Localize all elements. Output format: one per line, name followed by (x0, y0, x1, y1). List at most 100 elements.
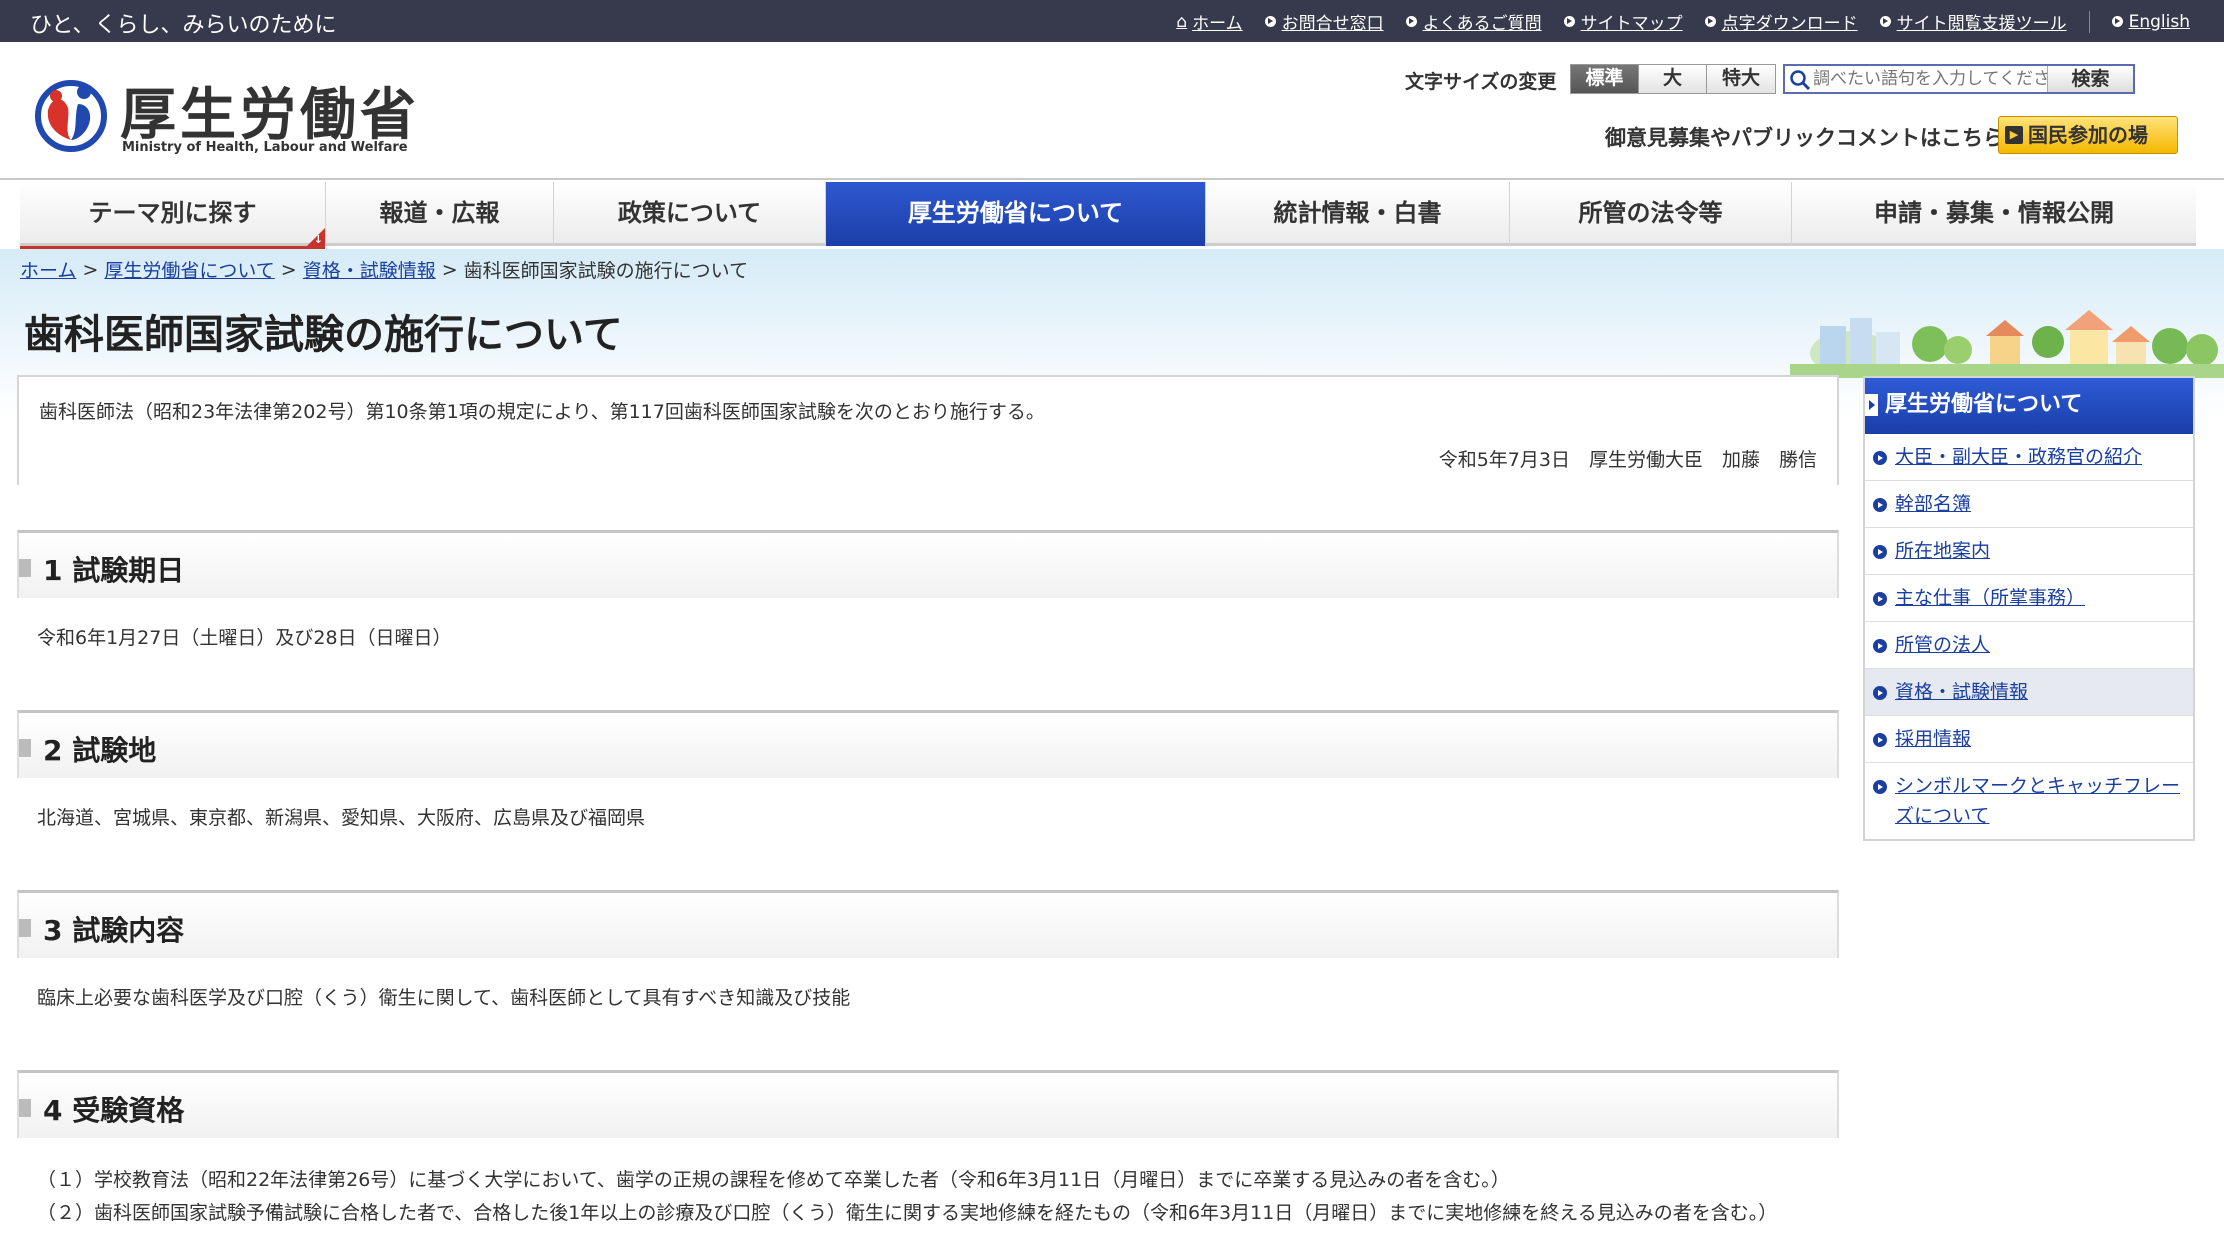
section-eligibility: 4 受験資格 （１）学校教育法（昭和22年法律第26号）に基づく大学において、歯… (17, 1070, 1839, 1230)
nav-item-about[interactable]: 厚生労働省について (826, 182, 1206, 246)
down-arrow-icon: ↓ (313, 233, 323, 246)
site-title[interactable]: 厚生労働省 (120, 70, 420, 151)
section-body: 令和6年1月27日（土曜日）及び28日（日曜日） (17, 598, 1839, 655)
arrow-bullet-icon (2111, 16, 2123, 27)
font-size-switcher: 標準 大 特大 (1570, 64, 1776, 94)
arrow-bullet-icon (1873, 780, 1887, 794)
util-link-braille[interactable]: 点字ダウンロード (1704, 9, 1858, 34)
util-link-contact[interactable]: お問合せ窓口 (1264, 9, 1384, 34)
mhlw-logo-icon[interactable] (34, 74, 108, 152)
heading-marker-icon (19, 919, 31, 937)
site-header: 厚生労働省 Ministry of Health, Labour and Wel… (0, 42, 2224, 180)
arrow-bullet-icon (1873, 498, 1887, 512)
arrow-bullet-icon (1879, 16, 1891, 27)
search-button[interactable]: 検索 (2047, 66, 2133, 92)
intro-text: 歯科医師法（昭和23年法律第202号）第10条第1項の規定により、第117回歯科… (39, 401, 1045, 423)
heading-marker-icon (19, 1099, 31, 1117)
util-link-faq[interactable]: よくあるご質問 (1405, 9, 1542, 34)
section-heading: 2 試験地 (17, 710, 1839, 778)
sidebar-item-corporations[interactable]: 所管の法人 (1865, 622, 2193, 669)
section-body: 北海道、宮城県、東京都、新潟県、愛知県、大阪府、広島県及び福岡県 (17, 778, 1839, 835)
opinion-text: 御意見募集やパブリックコメントはこちら (1605, 126, 2004, 150)
breadcrumb-separator: > (280, 258, 297, 281)
arrow-bullet-icon (1873, 545, 1887, 559)
arrow-bullet-icon (1873, 686, 1887, 700)
nav-item-laws[interactable]: 所管の法令等 (1510, 182, 1792, 246)
section-text: （１）学校教育法（昭和22年法律第26号）に基づく大学において、歯学の正規の課程… (37, 1169, 1510, 1191)
breadcrumb-separator: > (82, 258, 99, 281)
font-size-xlarge-button[interactable]: 特大 (1707, 65, 1775, 93)
section-title: 2 試験地 (43, 734, 157, 767)
search-box: 検索 (1783, 64, 2135, 94)
section-heading: 3 試験内容 (17, 890, 1839, 958)
sidebar-item-qualifications[interactable]: 資格・試験情報 (1865, 669, 2193, 716)
site-subtitle: Ministry of Health, Labour and Welfare (122, 140, 408, 155)
arrow-bullet-icon (1873, 451, 1887, 465)
intro-box: 歯科医師法（昭和23年法律第202号）第10条第1項の規定により、第117回歯科… (17, 375, 1839, 485)
arrow-bullet-icon (1873, 592, 1887, 606)
section-text: 令和6年1月27日（土曜日）及び28日（日曜日） (37, 627, 452, 649)
search-input[interactable] (1813, 66, 2063, 92)
heading-arrow-icon (1865, 394, 1878, 416)
town-illustration-icon (1790, 310, 2224, 378)
sidebar-item-symbol[interactable]: シンボルマークとキャッチフレーズについて (1865, 763, 2193, 839)
section-title: 1 試験期日 (43, 554, 185, 587)
sidebar-item-recruitment[interactable]: 採用情報 (1865, 716, 2193, 763)
section-exam-location: 2 試験地 北海道、宮城県、東京都、新潟県、愛知県、大阪府、広島県及び福岡県 (17, 710, 1839, 835)
breadcrumb: ホーム > 厚生労働省について > 資格・試験情報 > 歯科医師国家試験の施行に… (20, 256, 748, 283)
section-heading: 4 受験資格 (17, 1070, 1839, 1138)
sidebar-item-duties[interactable]: 主な仕事（所掌事務） (1865, 575, 2193, 622)
util-link-english[interactable]: English (2111, 12, 2190, 32)
heading-marker-icon (19, 559, 31, 577)
section-exam-date: 1 試験期日 令和6年1月27日（土曜日）及び28日（日曜日） (17, 530, 1839, 655)
nav-item-policy[interactable]: 政策について (554, 182, 826, 246)
heading-marker-icon (19, 739, 31, 757)
breadcrumb-link-about[interactable]: 厚生労働省について (104, 256, 274, 283)
arrow-bullet-icon (1264, 16, 1276, 27)
sidebar: 厚生労働省について 大臣・副大臣・政務官の紹介 幹部名簿 所在地案内 主な仕事（… (1863, 376, 2195, 841)
arrow-bullet-icon (1704, 16, 1716, 27)
utility-links: ⌂ ホーム お問合せ窓口 よくあるご質問 サイトマップ 点字ダウンロード サイト閲… (1176, 9, 2190, 34)
home-icon: ⌂ (1176, 11, 1188, 32)
section-exam-content: 3 試験内容 臨床上必要な歯科医学及び口腔（くう）衛生に関して、歯科医師として具… (17, 890, 1839, 1015)
sidebar-item-ministers[interactable]: 大臣・副大臣・政務官の紹介 (1865, 434, 2193, 481)
section-text: 臨床上必要な歯科医学及び口腔（くう）衛生に関して、歯科医師として具有すべき知識及… (37, 987, 851, 1009)
section-title: 3 試験内容 (43, 914, 185, 947)
main-content: 歯科医師法（昭和23年法律第202号）第10条第1項の規定により、第117回歯科… (17, 375, 1839, 485)
font-size-label: 文字サイズの変更 (1405, 71, 1557, 93)
arrow-right-icon: ▶ (2005, 126, 2023, 144)
nav-item-statistics[interactable]: 統計情報・白書 (1206, 182, 1510, 246)
participation-button[interactable]: ▶ 国民参加の場 (1998, 116, 2178, 154)
breadcrumb-current: 歯科医師国家試験の施行について (463, 260, 749, 282)
section-text: 北海道、宮城県、東京都、新潟県、愛知県、大阪府、広島県及び福岡県 (37, 807, 646, 829)
breadcrumb-link-qualifications[interactable]: 資格・試験情報 (303, 256, 436, 283)
nav-item-theme[interactable]: テーマ別に探す ↓ (20, 182, 326, 249)
font-size-standard-button[interactable]: 標準 (1571, 65, 1639, 93)
section-body: （１）学校教育法（昭和22年法律第26号）に基づく大学において、歯学の正規の課程… (17, 1138, 1839, 1230)
arrow-bullet-icon (1873, 639, 1887, 653)
breadcrumb-link-home[interactable]: ホーム (20, 256, 76, 283)
font-size-large-button[interactable]: 大 (1639, 65, 1707, 93)
sidebar-item-executives[interactable]: 幹部名簿 (1865, 481, 2193, 528)
section-title: 4 受験資格 (43, 1094, 185, 1127)
util-link-accessibility[interactable]: サイト閲覧支援ツール (1879, 9, 2067, 34)
section-text: （２）歯科医師国家試験予備試験に合格した者で、合格した後1年以上の診療及び口腔（… (37, 1202, 1778, 1224)
sidebar-item-location[interactable]: 所在地案内 (1865, 528, 2193, 575)
section-heading: 1 試験期日 (17, 530, 1839, 598)
page-title: 歯科医師国家試験の施行について (24, 312, 623, 358)
arrow-bullet-icon (1405, 16, 1417, 27)
util-link-sitemap[interactable]: サイトマップ (1563, 9, 1683, 34)
global-nav: テーマ別に探す ↓ 報道・広報 政策について 厚生労働省について 統計情報・白書… (20, 182, 2196, 249)
nav-item-applications[interactable]: 申請・募集・情報公開 (1792, 182, 2196, 246)
top-utility-bar: ひと、くらし、みらいのために ⌂ ホーム お問合せ窓口 よくあるご質問 サイトマッ… (0, 0, 2224, 42)
util-link-home[interactable]: ⌂ ホーム (1176, 9, 1242, 35)
tagline: ひと、くらし、みらいのために (30, 13, 337, 38)
arrow-bullet-icon (1563, 16, 1575, 27)
divider (2088, 10, 2090, 33)
section-body: 臨床上必要な歯科医学及び口腔（くう）衛生に関して、歯科医師として具有すべき知識及… (17, 958, 1839, 1015)
arrow-bullet-icon (1873, 733, 1887, 747)
signature: 令和5年7月3日 厚生労働大臣 加藤 勝信 (1438, 449, 1817, 471)
search-icon (1790, 70, 1811, 91)
sidebar-title: 厚生労働省について (1865, 378, 2193, 434)
nav-item-press[interactable]: 報道・広報 (326, 182, 554, 246)
